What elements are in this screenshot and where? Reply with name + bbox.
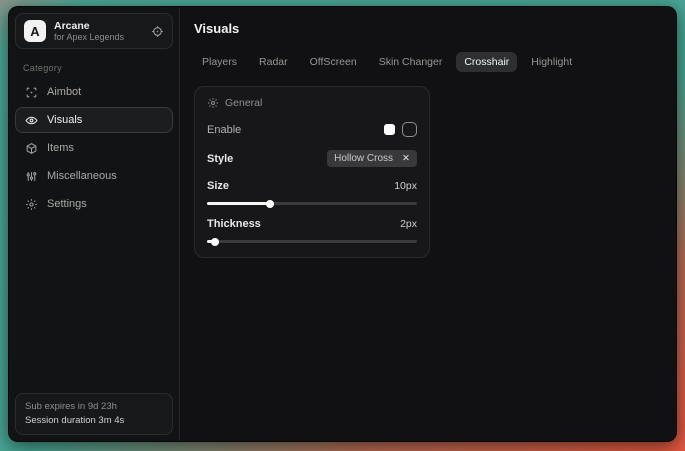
sliders-icon [25, 170, 38, 183]
general-panel: General Enable Style Hollow Cross ✕ Size… [194, 86, 430, 258]
enable-row: Enable [207, 122, 417, 137]
sidebar-item-visuals[interactable]: Visuals [15, 107, 173, 133]
sidebar: A Arcane for Apex Legends Category [9, 7, 180, 441]
tab-offscreen[interactable]: OffScreen [302, 52, 365, 72]
style-label: Style [207, 153, 233, 165]
thickness-slider[interactable] [207, 240, 417, 243]
arcane-window: A Arcane for Apex Legends Category [8, 6, 677, 442]
general-panel-header: General [207, 97, 417, 109]
style-select[interactable]: Hollow Cross ✕ [327, 150, 417, 167]
brand-card: A Arcane for Apex Legends [15, 13, 173, 49]
tab-players[interactable]: Players [194, 52, 245, 72]
sidebar-item-items[interactable]: Items [15, 135, 173, 161]
sidebar-nav: Aimbot Visuals Items [15, 79, 173, 217]
general-panel-title: General [225, 97, 262, 109]
thickness-label: Thickness [207, 218, 261, 230]
package-icon [25, 142, 38, 155]
sub-expires-text: Sub expires in 9d 23h [25, 400, 163, 414]
size-row: Size 10px [207, 180, 417, 192]
sidebar-item-label: Visuals [47, 114, 82, 126]
tab-bar: Players Radar OffScreen Skin Changer Cro… [194, 52, 662, 72]
brand-text: Arcane for Apex Legends [54, 20, 143, 42]
enable-controls [384, 122, 417, 137]
subscription-info-box: Sub expires in 9d 23h Session duration 3… [15, 393, 173, 436]
thickness-slider-fill[interactable] [207, 240, 215, 243]
app-logo: A [24, 20, 46, 42]
size-slider-fill[interactable] [207, 202, 270, 205]
color-swatch[interactable] [384, 124, 395, 135]
enable-checkbox[interactable] [402, 122, 417, 137]
session-duration-text: Session duration 3m 4s [25, 414, 163, 428]
app-subtitle: for Apex Legends [54, 32, 143, 42]
style-row: Style Hollow Cross ✕ [207, 150, 417, 167]
sidebar-item-aimbot[interactable]: Aimbot [15, 79, 173, 105]
main-content: Visuals Players Radar OffScreen Skin Cha… [180, 7, 676, 441]
tab-crosshair[interactable]: Crosshair [456, 52, 517, 72]
size-value: 10px [394, 180, 417, 192]
tab-radar[interactable]: Radar [251, 52, 296, 72]
tab-skin-changer[interactable]: Skin Changer [371, 52, 451, 72]
style-value: Hollow Cross [334, 153, 393, 164]
page-title: Visuals [194, 21, 662, 36]
clear-style-icon[interactable]: ✕ [402, 154, 410, 164]
category-label: Category [23, 63, 173, 73]
gear-icon [25, 198, 38, 211]
size-label: Size [207, 180, 229, 192]
thickness-value: 2px [400, 218, 417, 230]
aimbot-icon [25, 86, 38, 99]
sidebar-spacer [15, 217, 173, 393]
eye-icon [25, 114, 38, 127]
crosshair-icon[interactable] [151, 25, 164, 38]
sidebar-item-label: Settings [47, 198, 87, 210]
sidebar-item-miscellaneous[interactable]: Miscellaneous [15, 163, 173, 189]
enable-label: Enable [207, 124, 241, 136]
sidebar-item-label: Aimbot [47, 86, 81, 98]
app-title: Arcane [54, 20, 143, 32]
tab-highlight[interactable]: Highlight [523, 52, 580, 72]
size-slider[interactable] [207, 202, 417, 205]
sidebar-item-label: Items [47, 142, 74, 154]
gear-icon [207, 97, 219, 109]
sidebar-item-settings[interactable]: Settings [15, 191, 173, 217]
sidebar-item-label: Miscellaneous [47, 170, 117, 182]
thickness-row: Thickness 2px [207, 218, 417, 230]
